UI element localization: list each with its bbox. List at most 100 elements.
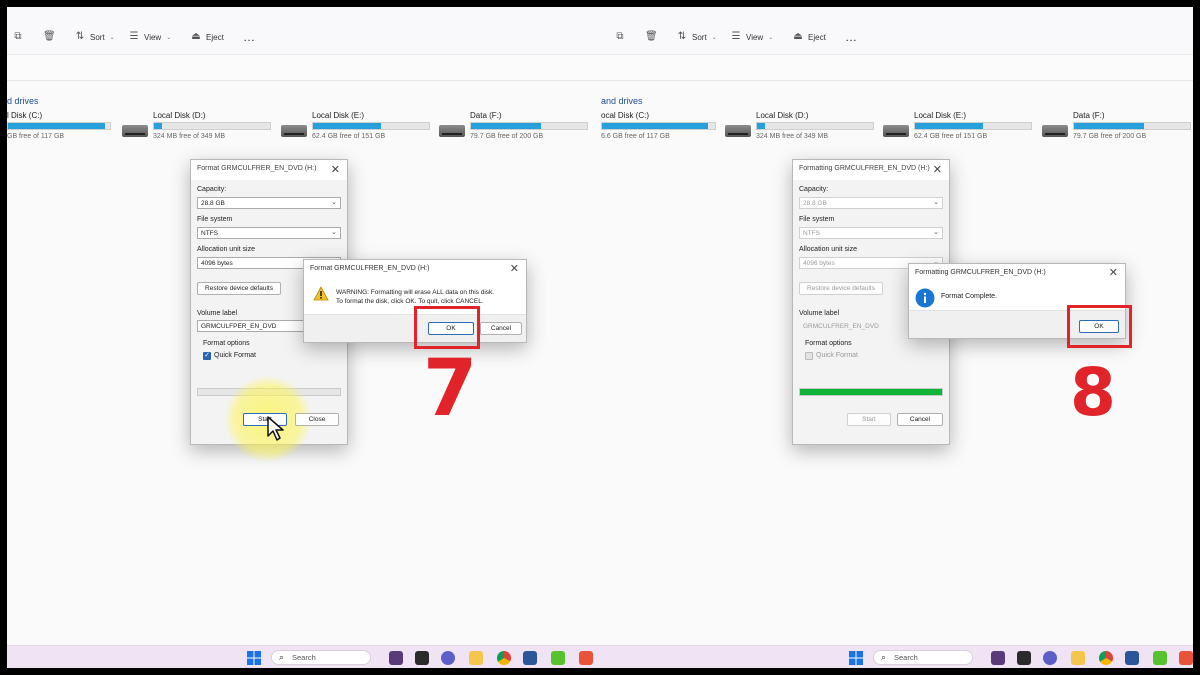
dialog-title: Format GRMCULFRER_EN_DVD (H:): [310, 265, 430, 272]
quick-format-checkbox[interactable]: ✓: [203, 352, 211, 360]
explorer-window-left: ⧉ 🗑 ⇅ Sort ⌄ ☰ View ⌄ ⏏ Eject … d drives: [7, 7, 601, 668]
chevron-down-icon: ⌄: [768, 34, 774, 41]
camtasia-icon[interactable]: [551, 651, 565, 665]
drive-free-text: 62.4 GB free of 151 GB: [312, 133, 386, 140]
cancel-button[interactable]: Cancel: [897, 413, 943, 426]
capacity-select[interactable]: 28.8 GB ⌄: [197, 197, 341, 209]
word-icon[interactable]: [1125, 651, 1139, 665]
share-icon[interactable]: ⧉: [13, 27, 23, 47]
chevron-down-icon: ⌄: [331, 229, 337, 236]
cancel-button[interactable]: Cancel: [480, 322, 522, 335]
teams-icon[interactable]: [441, 651, 455, 665]
volume-label-label: Volume label: [799, 310, 840, 317]
view-label: View: [144, 32, 162, 42]
close-icon[interactable]: ✕: [933, 163, 942, 176]
copilot-icon[interactable]: [389, 651, 403, 665]
drive-name: Local Disk (D:): [153, 111, 206, 120]
more-options-button[interactable]: …: [845, 27, 857, 47]
close-icon[interactable]: ✕: [331, 163, 340, 176]
dialog-titlebar: Format GRMCULFRER_EN_DVD (H:) ✕: [191, 160, 347, 180]
windows-start-icon[interactable]: [849, 651, 863, 665]
close-icon[interactable]: ✕: [1109, 266, 1118, 279]
eject-button[interactable]: ⏏ Eject: [793, 27, 826, 47]
chrome-icon[interactable]: [1099, 651, 1113, 665]
file-system-label: File system: [197, 216, 233, 223]
eject-icon: ⏏: [191, 31, 201, 42]
quick-format-label: Quick Format: [214, 352, 257, 359]
eject-button[interactable]: ⏏ Eject: [191, 27, 224, 47]
taskbar-search[interactable]: ⌕ Search: [271, 650, 371, 665]
command-bar: ⧉ 🗑 ⇅ Sort ⌄ ☰ View ⌄ ⏏ Eject …: [601, 7, 1193, 55]
taskbar-search[interactable]: ⌕ Search: [873, 650, 973, 665]
drive-f[interactable]: Data (F:) 79.7 GB free of 200 GB: [1042, 111, 1193, 151]
delete-icon[interactable]: 🗑: [43, 27, 56, 47]
drive-e[interactable]: Local Disk (E:) 62.4 GB free of 151 GB: [281, 111, 441, 151]
copilot-icon[interactable]: [991, 651, 1005, 665]
drive-name: Local Disk (E:): [914, 111, 967, 120]
capacity-value: 28.8 GB: [201, 200, 225, 207]
view-button[interactable]: ☰ View ⌄: [129, 27, 172, 47]
explorer-window-right: ⧉ 🗑 ⇅ Sort ⌄ ☰ View ⌄ ⏏ Eject … and driv…: [601, 7, 1193, 668]
camtasia-icon[interactable]: [1153, 651, 1167, 665]
delete-icon[interactable]: 🗑: [645, 27, 658, 47]
ok-highlight-box: [414, 306, 480, 349]
teams-icon[interactable]: [1043, 651, 1057, 665]
close-icon[interactable]: ✕: [510, 262, 519, 275]
drive-usage-bar: [153, 122, 271, 130]
view-button[interactable]: ☰ View ⌄: [731, 27, 774, 47]
close-button[interactable]: Close: [295, 413, 339, 426]
task-view-icon[interactable]: [415, 651, 429, 665]
windows-start-icon[interactable]: [247, 651, 261, 665]
allocation-label: Allocation unit size: [799, 246, 857, 253]
drive-usage-bar: [601, 122, 716, 130]
allocation-value: 4096 bytes: [803, 260, 835, 267]
file-explorer-icon[interactable]: [1071, 651, 1085, 665]
task-view-icon[interactable]: [1017, 651, 1031, 665]
file-system-select: NTFS ⌄: [799, 227, 943, 239]
hard-drive-icon: [725, 125, 751, 137]
taskbar: ⌕ Search: [7, 645, 601, 668]
hard-drive-icon: [281, 125, 307, 137]
dialog-titlebar: Formatting GRMCULFRER_EN_DVD (H:) ✕: [793, 160, 949, 180]
restore-defaults-button[interactable]: Restore device defaults: [197, 282, 281, 295]
drive-e[interactable]: Local Disk (E:) 62.4 GB free of 151 GB: [883, 111, 1043, 151]
drive-d[interactable]: Local Disk (D:) 324 MB free of 349 MB: [725, 111, 885, 151]
drive-name: Local Disk (E:): [312, 111, 365, 120]
file-system-select[interactable]: NTFS ⌄: [197, 227, 341, 239]
recorder-icon[interactable]: [579, 651, 593, 665]
start-button: Start: [847, 413, 891, 426]
file-system-value: NTFS: [803, 230, 820, 237]
dialog-title: Format GRMCULFRER_EN_DVD (H:): [197, 165, 317, 172]
warning-line-1: WARNING: Formatting will erase ALL data …: [336, 289, 495, 296]
taskbar: ⌕ Search: [601, 645, 1193, 668]
search-icon: ⌕: [279, 652, 285, 662]
sort-label: Sort: [692, 32, 707, 42]
info-icon: [915, 288, 935, 308]
drive-name: l Disk (C:): [7, 111, 43, 120]
format-options-label: Format options: [805, 340, 852, 347]
sort-button[interactable]: ⇅ Sort ⌄: [677, 27, 717, 47]
file-explorer-icon[interactable]: [469, 651, 483, 665]
capacity-label: Capacity:: [799, 186, 829, 193]
drive-f[interactable]: Data (F:) 79.7 GB free of 200 GB: [439, 111, 599, 151]
hard-drive-icon: [122, 125, 148, 137]
chevron-down-icon: ⌄: [166, 34, 172, 41]
step-number: 8: [1070, 354, 1116, 431]
word-icon[interactable]: [523, 651, 537, 665]
drive-d[interactable]: Local Disk (D:) 324 MB free of 349 MB: [122, 111, 282, 151]
dialog-title: Formatting GRMCULFRER_EN_DVD (H:): [799, 165, 930, 172]
devices-and-drives-heading: d drives: [7, 96, 39, 106]
more-options-button[interactable]: …: [243, 27, 255, 47]
drive-name: ocal Disk (C:): [601, 111, 650, 120]
address-bar-area: [7, 55, 601, 81]
drive-name: Data (F:): [470, 111, 502, 120]
share-icon[interactable]: ⧉: [615, 27, 625, 47]
warning-icon: [313, 286, 329, 301]
chrome-icon[interactable]: [497, 651, 511, 665]
chevron-down-icon: ⌄: [711, 34, 717, 41]
capacity-value: 28.8 GB: [803, 200, 827, 207]
eject-icon: ⏏: [793, 31, 803, 42]
recorder-icon[interactable]: [1179, 651, 1193, 665]
sort-button[interactable]: ⇅ Sort ⌄: [75, 27, 115, 47]
drive-free-text: 62.4 GB free of 151 GB: [914, 133, 988, 140]
